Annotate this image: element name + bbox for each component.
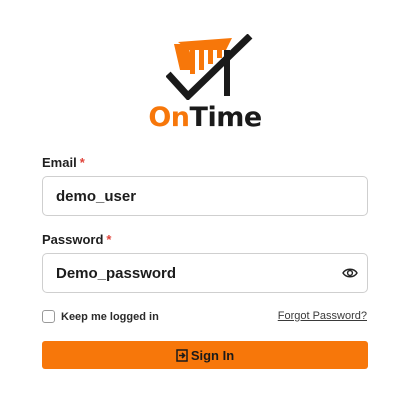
eye-icon[interactable]	[342, 266, 358, 280]
sign-in-label: Sign In	[190, 347, 235, 363]
remember-checkbox[interactable]	[42, 310, 55, 323]
required-marker: *	[106, 232, 112, 247]
email-label-text: Email	[42, 155, 77, 170]
forgot-password-link[interactable]: Forgot Password?	[278, 310, 367, 322]
brand-name-part2: Time	[189, 102, 263, 133]
sign-in-button[interactable]: Sign In	[42, 341, 368, 369]
brand-wordmark: OnTime	[146, 102, 264, 134]
email-field[interactable]	[43, 177, 367, 215]
brand-logo: OnTime	[146, 34, 264, 134]
password-field-wrapper	[42, 253, 368, 293]
email-field-wrapper	[42, 176, 368, 216]
brand-name-part1: On	[148, 102, 190, 133]
password-label: Password *	[42, 232, 111, 247]
remember-me[interactable]: Keep me logged in	[42, 310, 159, 323]
password-field[interactable]	[43, 254, 367, 292]
password-label-text: Password	[42, 232, 104, 247]
required-marker: *	[79, 155, 85, 170]
email-label: Email *	[42, 155, 85, 170]
checkmark-bars-logo-icon	[166, 34, 253, 100]
sign-in-icon	[176, 348, 188, 362]
remember-label: Keep me logged in	[61, 310, 159, 323]
